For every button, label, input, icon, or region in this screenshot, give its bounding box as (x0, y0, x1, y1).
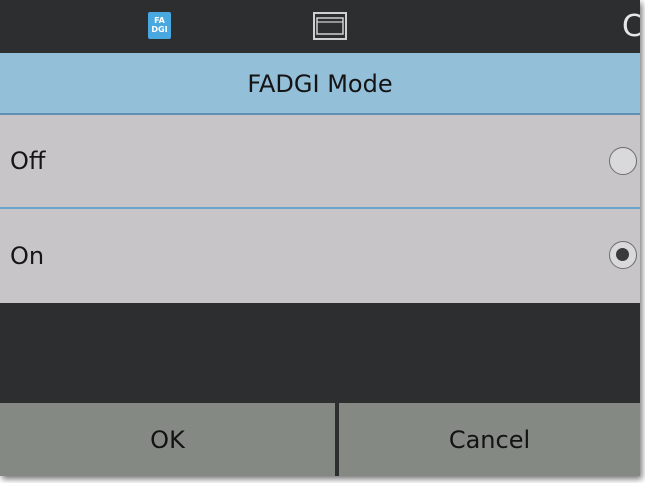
cancel-button[interactable]: Cancel (339, 403, 640, 476)
fadgi-icon-line2: DGI (151, 25, 168, 34)
fadgi-icon: FA DGI (148, 12, 171, 39)
option-on-label: On (10, 242, 45, 270)
fadgi-icon-line1: FA (154, 16, 165, 25)
ok-button[interactable]: OK (0, 403, 337, 476)
frame-icon (313, 12, 347, 40)
empty-area (0, 303, 640, 403)
option-on-radio[interactable] (609, 241, 637, 269)
dialog-title-bar: FADGI Mode (0, 53, 640, 115)
option-on-row[interactable]: On (0, 209, 640, 303)
option-off-label: Off (10, 147, 46, 175)
dialog-title: FADGI Mode (247, 70, 393, 98)
status-indicator: C (622, 9, 640, 44)
status-bar: FA DGI C (0, 0, 640, 53)
radio-selected-dot (616, 248, 629, 261)
fadgi-mode-screen: FA DGI C FADGI Mode Off On OK Cancel (0, 0, 640, 476)
option-off-radio[interactable] (609, 147, 637, 175)
option-off-row[interactable]: Off (0, 115, 640, 209)
